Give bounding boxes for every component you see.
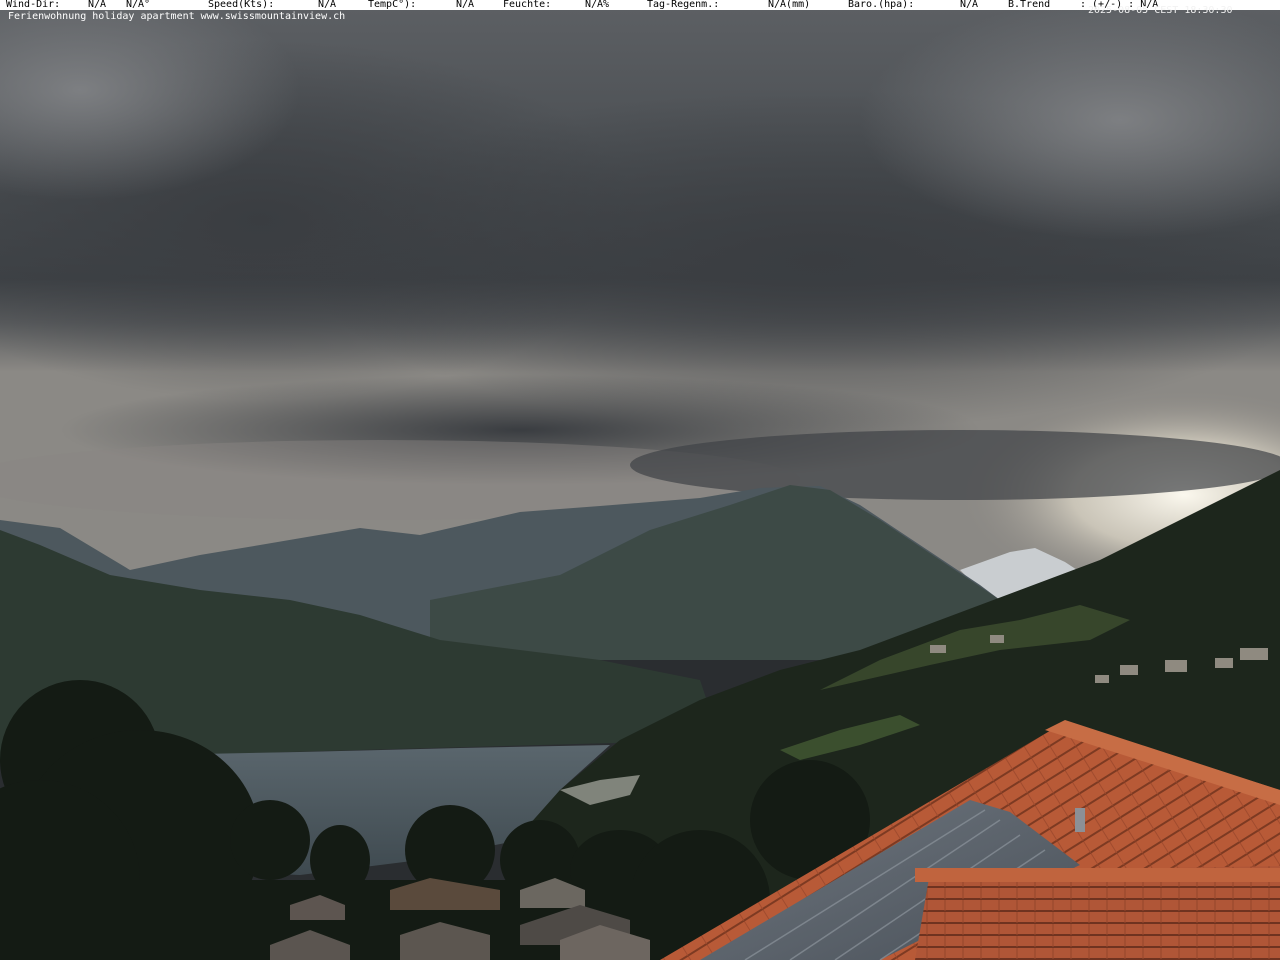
webcam-image xyxy=(0,0,1280,960)
timestamp-bar: 2025-08-05 CEST 18:30:30 xyxy=(0,6,1280,16)
dormer-edge xyxy=(915,868,1280,882)
timestamp: 2025-08-05 CEST 18:30:30 xyxy=(1088,5,1233,16)
roof-vent xyxy=(1075,808,1085,832)
cloud xyxy=(630,430,1280,500)
